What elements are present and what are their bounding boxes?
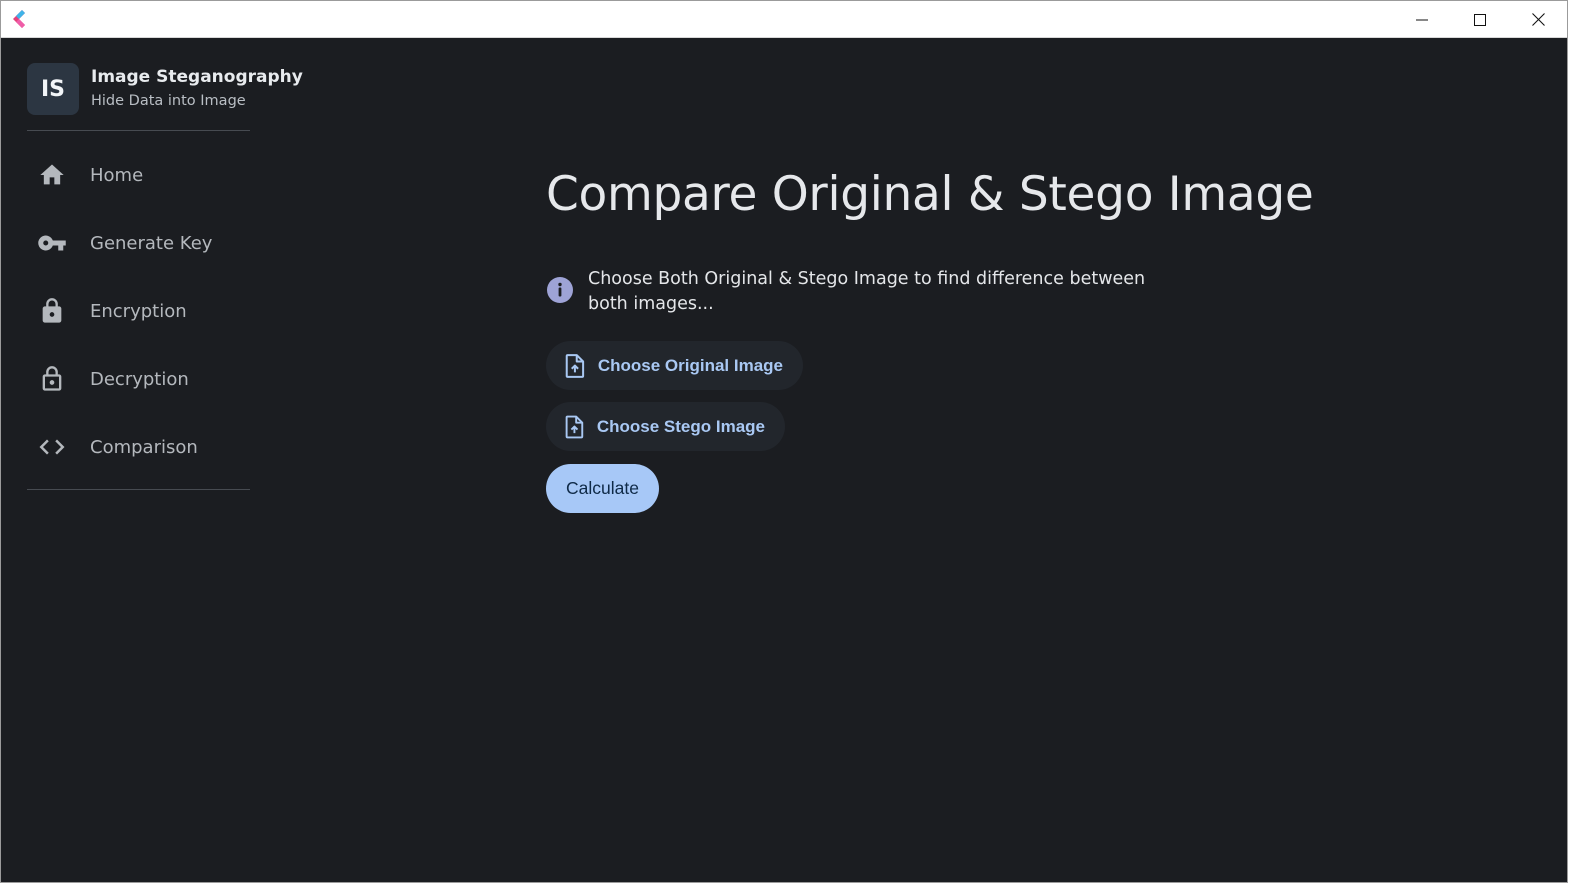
sidebar-item-label: Encryption [90,300,187,322]
sidebar-item-home[interactable]: Home [27,151,301,199]
sidebar-item-label: Home [90,164,144,186]
choose-original-image-label: Choose Original Image [597,355,783,375]
close-button[interactable] [1509,1,1567,38]
page-title: Compare Original & Stego Image [546,167,1314,222]
sidebar-item-label: Decryption [90,368,189,390]
app-logo-icon [13,10,25,28]
brand-avatar: IS [27,63,79,115]
title-bar[interactable] [1,1,1567,38]
file-upload-icon [565,415,584,438]
file-upload-icon [565,353,585,378]
choose-stego-image-button[interactable]: Choose Stego Image [546,402,785,451]
sidebar-item-label: Generate Key [90,232,213,254]
minimize-button[interactable] [1393,1,1451,38]
sidebar-item-generate-key[interactable]: Generate Key [27,219,301,267]
choose-original-image-button[interactable]: Choose Original Image [546,341,803,390]
sidebar-item-decryption[interactable]: Decryption [27,355,301,403]
info-text: Choose Both Original & Stego Image to fi… [588,269,1146,314]
code-icon [27,432,77,462]
sidebar-item-encryption[interactable]: Encryption [27,287,301,335]
sidebar-divider-bottom [27,489,250,490]
sidebar-divider-top [27,130,250,131]
app-content: IS Image Steganography Hide Data into Im… [1,39,1567,882]
lock-open-icon [27,364,77,394]
lock-icon [27,296,77,326]
minimize-icon [1416,19,1428,20]
maximize-icon [1474,13,1486,26]
app-window: IS Image Steganography Hide Data into Im… [0,0,1568,883]
sidebar-item-label: Comparison [90,436,198,458]
sidebar: IS Image Steganography Hide Data into Im… [1,39,303,882]
close-icon [1531,13,1545,26]
sidebar-item-comparison[interactable]: Comparison [27,423,301,471]
choose-stego-image-label: Choose Stego Image [596,416,765,436]
brand-header: IS Image Steganography Hide Data into Im… [27,63,307,115]
home-icon [27,161,77,189]
maximize-button[interactable] [1451,1,1509,38]
info-icon [547,277,573,303]
brand-subtitle: Hide Data into Image [91,93,246,109]
key-icon [27,228,77,258]
brand-title: Image Steganography [91,67,303,87]
calculate-label: Calculate [566,478,639,498]
calculate-button[interactable]: Calculate [546,464,659,513]
